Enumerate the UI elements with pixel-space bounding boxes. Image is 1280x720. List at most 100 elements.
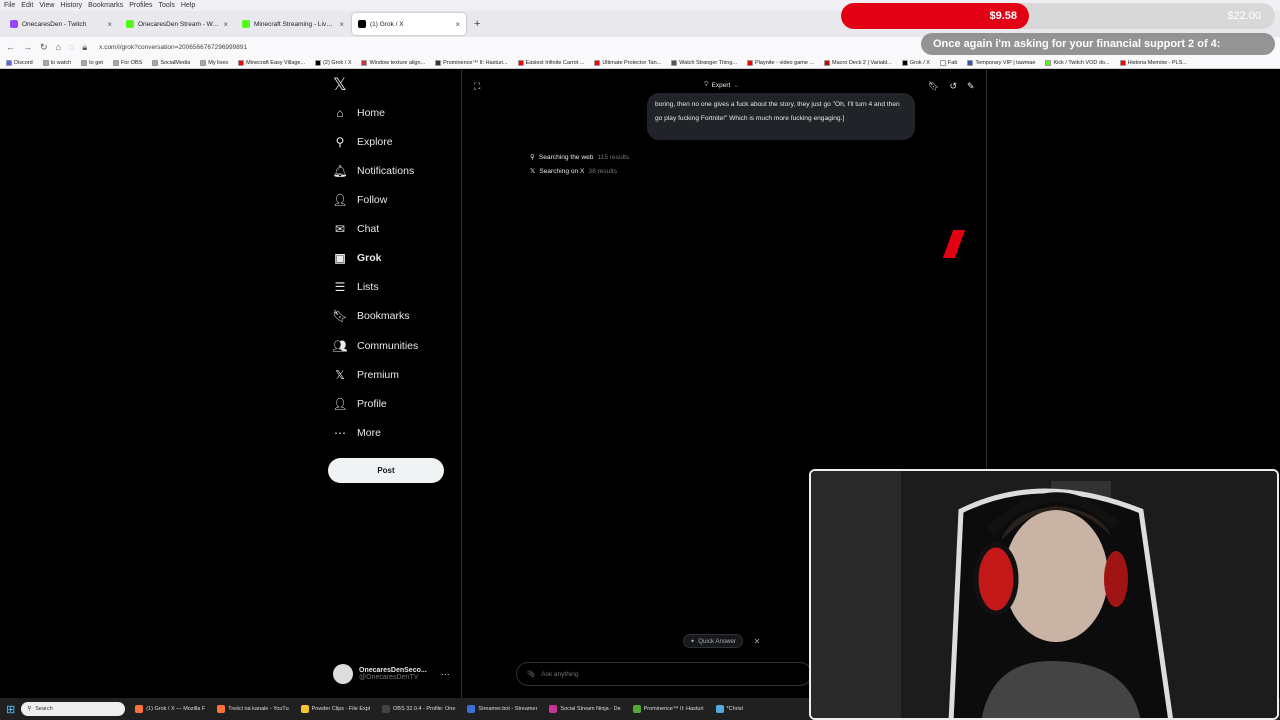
post-button[interactable]: Post [328, 458, 444, 483]
search-status-x[interactable]: 𝕏 Searching on X 38 results [530, 167, 617, 176]
browser-tab[interactable]: Minecraft Streaming - Live Stre × [236, 13, 350, 35]
bookmark-item[interactable]: Window texture align... [361, 59, 425, 66]
menu-item[interactable]: Edit [21, 2, 33, 9]
bookmark-item[interactable]: Grok / X [901, 59, 930, 66]
taskbar-app[interactable]: Powder Clips - File Expl [297, 705, 374, 713]
bookmark-item[interactable]: to get [81, 59, 103, 66]
taskbar-app[interactable]: Social Stream Ninja - De [545, 705, 624, 713]
sidebar-item-more[interactable]: ⋯ More [333, 424, 381, 442]
bookmark-item[interactable]: Historia Memów - PLS... [1119, 59, 1187, 66]
tab-title: (1) Grok / X [370, 20, 404, 28]
taskbar-app-label: Treści na kanale - YouTu [228, 706, 289, 712]
sidebar-item-explore[interactable]: ⚲ Explore [333, 133, 393, 151]
app-icon [715, 705, 724, 713]
more-circle-icon: ⋯ [334, 426, 346, 440]
reload-icon[interactable]: ↻ [40, 42, 48, 53]
bookmark-item[interactable]: My lives [200, 59, 228, 66]
browser-tab[interactable]: (1) Grok / X × [352, 13, 466, 35]
home-icon[interactable]: ⌂ [56, 42, 61, 52]
bookmark-item[interactable]: Watch Stranger Thing... [671, 59, 737, 66]
close-tab-icon[interactable]: × [339, 20, 344, 29]
taskbar-app[interactable]: Prominence™ II: Hasturi [629, 705, 708, 713]
bookmark-favicon-icon [42, 59, 49, 66]
taskbar-app[interactable]: Streamer.bot - Streamer [463, 705, 541, 713]
sidebar-item-notifications[interactable]: 🔔︎ Notifications [332, 162, 415, 180]
favicon-icon [358, 20, 366, 28]
bookmark-item[interactable]: SocialMedia [152, 59, 191, 66]
sidebar-item-lists[interactable]: ☰ Lists [333, 278, 379, 296]
bookmark-item[interactable]: Fab [939, 59, 958, 66]
menu-item[interactable]: View [39, 2, 54, 9]
new-tab-button[interactable]: + [474, 18, 480, 30]
list-icon: ☰ [334, 280, 346, 294]
new-chat-icon[interactable]: ✎ [967, 81, 975, 92]
menu-item[interactable]: Bookmarks [88, 2, 123, 9]
expand-icon[interactable]: ⛶ [474, 81, 480, 92]
bookmark-label: SocialMedia [160, 59, 191, 66]
menu-item[interactable]: File [4, 2, 15, 9]
bookmark-favicon-icon [112, 59, 119, 66]
sidebar-item-bookmarks[interactable]: 🔖︎ Bookmarks [332, 307, 409, 325]
shield-icon[interactable]: ◌ [69, 42, 74, 52]
taskbar-app[interactable]: Treści na kanale - YouTu [213, 705, 292, 713]
sidebar-item-label: Notifications [357, 165, 415, 177]
bookmark-item[interactable]: Ultimate Protector Tan... [594, 59, 661, 66]
bookmark-item[interactable]: (2) Grok / X [315, 59, 351, 66]
close-tab-icon[interactable]: × [223, 20, 228, 29]
menu-item[interactable]: Tools [159, 2, 175, 9]
user-message-bubble: boring, then no one gives a fuck about t… [647, 93, 915, 140]
bookmark-item[interactable]: Playnite - video game ... [747, 59, 814, 66]
bookmark-item[interactable]: Minecraft Easy Village... [238, 59, 305, 66]
sidebar-item-premium[interactable]: 𝕏 Premium [333, 366, 399, 384]
bookmark-item[interactable]: to watch [42, 59, 71, 66]
bookmark-item[interactable]: Discord [6, 59, 33, 66]
sidebar-item-home[interactable]: ⌂ Home [333, 104, 385, 122]
bookmark-label: Fab [947, 59, 958, 66]
account-switcher[interactable]: OnecaresDenSeco... @OnecaresDenTV ⋯ [333, 664, 450, 684]
bookmark-item[interactable]: For OBS [112, 59, 142, 66]
close-tab-icon[interactable]: × [107, 20, 112, 29]
bookmark-item[interactable]: Prominence™ II: Hasturi... [435, 59, 508, 66]
more-dots-icon[interactable]: ⋯ [441, 669, 450, 680]
search-status-web[interactable]: ⚲ Searching the web 115 results [530, 153, 629, 162]
ask-input[interactable]: 📎︎ Ask anything [516, 662, 812, 686]
bookmark-label: Temporary VIP | tawmae [975, 59, 1036, 66]
attach-icon[interactable]: 📎︎ [527, 670, 535, 678]
bookmark-item[interactable]: Kick / Twitch VOD do... [1045, 59, 1110, 66]
sidebar-item-follow[interactable]: 👤︎ Follow [332, 191, 387, 209]
bookmark-item[interactable]: Easiest Infinite Carrot ... [517, 59, 584, 66]
bookmark-favicon-icon [939, 59, 946, 66]
browser-tab[interactable]: OnecaresDen - Twitch × [4, 13, 118, 35]
forward-icon[interactable]: → [23, 42, 32, 52]
bookmark-item[interactable]: Temporary VIP | tawmae [967, 59, 1036, 66]
url-bar[interactable]: x.com/i/grok?conversation=20065667672969… [99, 44, 247, 51]
bookmark-favicon-icon [1045, 59, 1052, 66]
close-tab-icon[interactable]: × [455, 20, 460, 29]
mode-selector[interactable]: 💡︎ Expert ⌄ [704, 81, 739, 89]
taskbar-app[interactable]: OBS 32.0.4 - Profile: One [378, 705, 459, 713]
sidebar-item-profile[interactable]: 👤︎ Profile [332, 395, 386, 413]
windows-start-icon[interactable]: ⊞ [6, 703, 15, 716]
sidebar-item-grok[interactable]: ▣ Grok [333, 249, 381, 267]
donation-banner: Once again i'm asking for your financial… [921, 33, 1275, 55]
menu-item[interactable]: History [60, 2, 82, 9]
sidebar-item-label: Home [357, 107, 386, 119]
bookmark-icon[interactable]: 🔖︎ [928, 81, 939, 92]
taskbar-app[interactable]: (1) Grok / X — Mozilla F [131, 705, 209, 713]
history-icon[interactable]: ↺ [949, 81, 957, 92]
bookmark-favicon-icon [361, 59, 368, 66]
browser-tab[interactable]: OnecaresDen Stream - Watch Li × [120, 13, 234, 35]
x-logo-icon[interactable]: 𝕏 [333, 75, 347, 95]
close-icon[interactable]: ✕ [752, 636, 762, 646]
quick-answer-chip[interactable]: ✦ Quick Answer [683, 634, 744, 648]
app-icon [382, 705, 391, 713]
bookmark-item[interactable]: Macro Deck 2 | Variabl... [824, 59, 892, 66]
back-icon[interactable]: ← [6, 42, 15, 52]
sidebar-item-chat[interactable]: ✉ Chat [333, 220, 379, 238]
taskbar-search[interactable]: ⚲ Search [21, 702, 126, 716]
sidebar-divider [461, 70, 462, 698]
menu-item[interactable]: Profiles [129, 2, 152, 9]
taskbar-app[interactable]: *Christ [712, 705, 748, 713]
menu-item[interactable]: Help [181, 2, 195, 9]
sidebar-item-communities[interactable]: 👥︎ Communities [332, 337, 418, 355]
